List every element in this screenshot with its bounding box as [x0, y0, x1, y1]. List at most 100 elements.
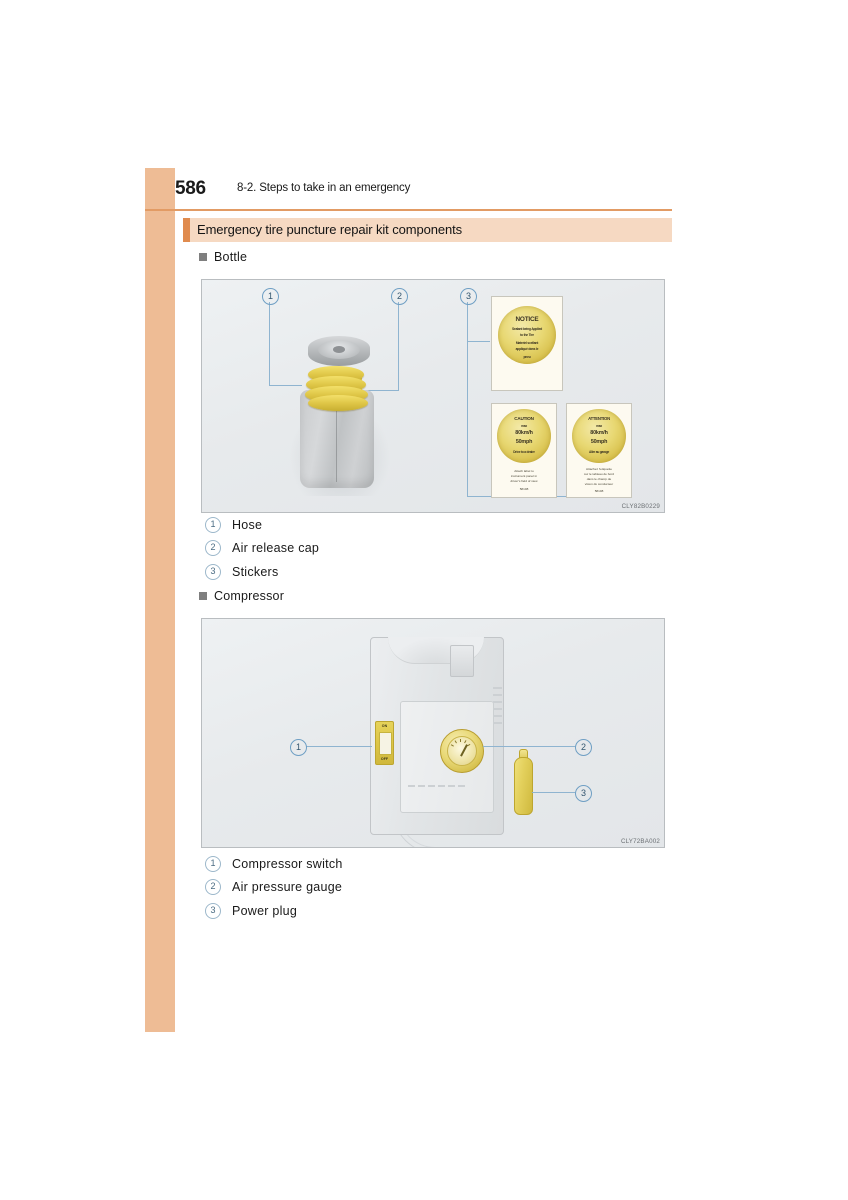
figure-bottle-code: CLY82B0229: [621, 503, 660, 510]
leader-line-3-vertical: [467, 302, 469, 496]
sticker-caution-foot-1: Attach label to: [514, 469, 534, 473]
caption-number: 3: [205, 563, 221, 580]
figure-compressor-code: CLY72BA002: [620, 838, 660, 845]
figure-compressor: ON OFF 1 2 3 CLY72BA002: [201, 618, 665, 848]
sticker-attention-foot-3: dans le champ de: [586, 477, 612, 481]
sticker-attention-foot-4: vision du conducteur: [584, 482, 614, 486]
sticker-caution-foot-4: 58108: [519, 487, 529, 491]
section-title-accent: [183, 218, 190, 242]
compressor-switch-off-label: OFF: [380, 757, 389, 761]
compressor-switch-art[interactable]: ON OFF: [375, 721, 394, 765]
sticker-attention: ATTENTION max 80km/h 50mph Aller au gara…: [566, 403, 632, 498]
header-divider-rule: [145, 209, 672, 211]
caption-label: Air pressure gauge: [232, 880, 343, 895]
compressor-side-rib: [493, 687, 502, 690]
compressor-vent-slot: [458, 785, 465, 788]
figure-callout-1: 1: [290, 739, 307, 756]
compressor-switch-on-label: ON: [381, 723, 388, 728]
caption-number: 1: [205, 855, 221, 872]
caption-label: Compressor switch: [232, 856, 343, 871]
power-plug-art: [514, 757, 533, 815]
sticker-notice-line-1: Sealant being Applied: [511, 327, 543, 331]
sticker-attention-speed-mph: 50mph: [590, 439, 608, 445]
hose-coil-art-4: [308, 395, 368, 411]
compressor-vent-slot: [428, 785, 435, 788]
figure-callout-1: 1: [262, 288, 279, 305]
sticker-caution-speed-mph: 50mph: [515, 439, 533, 445]
caption-number: 2: [205, 540, 221, 557]
sticker-notice-line-3: Materiel scellant: [515, 341, 539, 345]
caption-label: Air release cap: [232, 541, 320, 556]
figure-callout-3: 3: [575, 785, 592, 802]
caption-label: Stickers: [232, 564, 279, 579]
sticker-caution-title: CAUTION: [514, 416, 534, 421]
caption-row: 1 Compressor switch: [205, 852, 343, 876]
section-title: Emergency tire puncture repair kit compo…: [197, 222, 463, 237]
subheading-bottle: Bottle: [199, 250, 247, 264]
subheading-bottle-label: Bottle: [214, 250, 248, 264]
subheading-compressor-label: Compressor: [214, 589, 285, 603]
square-bullet-icon: [199, 592, 207, 600]
sticker-caution: CAUTION max 80km/h 50mph Drive to a deal…: [491, 403, 557, 498]
sticker-attention-sub: Aller au garage: [588, 450, 610, 454]
sticker-attention-max-label: max: [596, 424, 602, 428]
figure-bottle: 1 2 3 NOTICE Sealant being Applied to th…: [201, 279, 665, 513]
compressor-side-rib: [493, 715, 502, 718]
figure-callout-3: 3: [460, 288, 477, 305]
gauge-tick-mark: [460, 739, 462, 742]
caption-row: 2 Air release cap: [205, 537, 319, 561]
sticker-attention-foot-1: Attachez l'etiquette: [585, 467, 613, 471]
leader-line-1-horizontal: [269, 385, 302, 387]
leader-line-compressor-3: [532, 792, 575, 794]
figure-callout-2: 2: [575, 739, 592, 756]
sticker-notice-line-5: pneu: [523, 355, 531, 359]
sticker-notice-title: NOTICE: [515, 316, 539, 323]
sticker-caution-foot-3: driver's field of view: [510, 479, 538, 483]
sticker-attention-speed-kmh: 80km/h: [590, 430, 608, 436]
compressor-hose-connector-art: [450, 645, 474, 677]
compressor-side-rib: [493, 722, 502, 725]
compressor-side-rib: [493, 708, 502, 711]
caption-number: 1: [205, 516, 221, 533]
sticker-notice-line-2: to the Tire: [520, 333, 534, 337]
caption-number: 2: [205, 879, 221, 896]
compressor-vent-slot: [408, 785, 415, 788]
sticker-notice-line-4: appliqué dans le: [515, 347, 539, 351]
compressor-vent-slot: [448, 785, 455, 788]
sticker-caution-speed-kmh: 80km/h: [515, 430, 533, 436]
leader-line-1-vertical: [269, 302, 271, 386]
caption-list-bottle: 1 Hose 2 Air release cap 3 Stickers: [205, 513, 319, 584]
page-number: 586: [175, 178, 206, 199]
sticker-attention-title: ATTENTION: [588, 416, 610, 421]
page-edge-thumb-tab: [145, 168, 175, 1032]
leader-line-compressor-1: [306, 746, 372, 748]
sticker-caution-sub: Drive to a dealer: [513, 450, 535, 454]
caption-list-compressor: 1 Compressor switch 2 Air pressure gauge…: [205, 852, 343, 923]
chapter-breadcrumb: 8-2. Steps to take in an emergency: [237, 182, 411, 194]
square-bullet-icon: [199, 253, 207, 261]
section-title-bar: Emergency tire puncture repair kit compo…: [183, 218, 672, 242]
compressor-switch-rocker[interactable]: [379, 732, 392, 755]
caption-number: 3: [205, 902, 221, 919]
compressor-side-rib: [493, 701, 502, 704]
compressor-vent-slot: [418, 785, 425, 788]
caption-row: 3 Power plug: [205, 899, 343, 923]
leader-line-2-vertical: [398, 302, 400, 391]
caption-row: 3 Stickers: [205, 560, 319, 584]
caption-row: 1 Hose: [205, 513, 319, 537]
caption-label: Power plug: [232, 903, 298, 918]
sticker-caution-foot-2: instrument panel in: [510, 474, 538, 478]
air-release-cap-hole-art: [333, 346, 345, 353]
page-header: 586 8-2. Steps to take in an emergency: [175, 178, 672, 210]
caption-row: 2 Air pressure gauge: [205, 876, 343, 900]
sticker-attention-foot-5: 58108: [594, 489, 604, 493]
sticker-attention-foot-2: sur le tableau de bord: [584, 472, 614, 476]
subheading-compressor: Compressor: [199, 589, 284, 603]
caption-label: Hose: [232, 517, 263, 532]
figure-callout-2: 2: [391, 288, 408, 305]
leader-line-compressor-2: [483, 746, 575, 748]
sticker-notice: NOTICE Sealant being Applied to the Tire…: [491, 296, 563, 391]
leader-line-3-branch-notice: [467, 341, 490, 343]
sticker-caution-max-label: max: [521, 424, 527, 428]
compressor-vent-slot: [438, 785, 445, 788]
